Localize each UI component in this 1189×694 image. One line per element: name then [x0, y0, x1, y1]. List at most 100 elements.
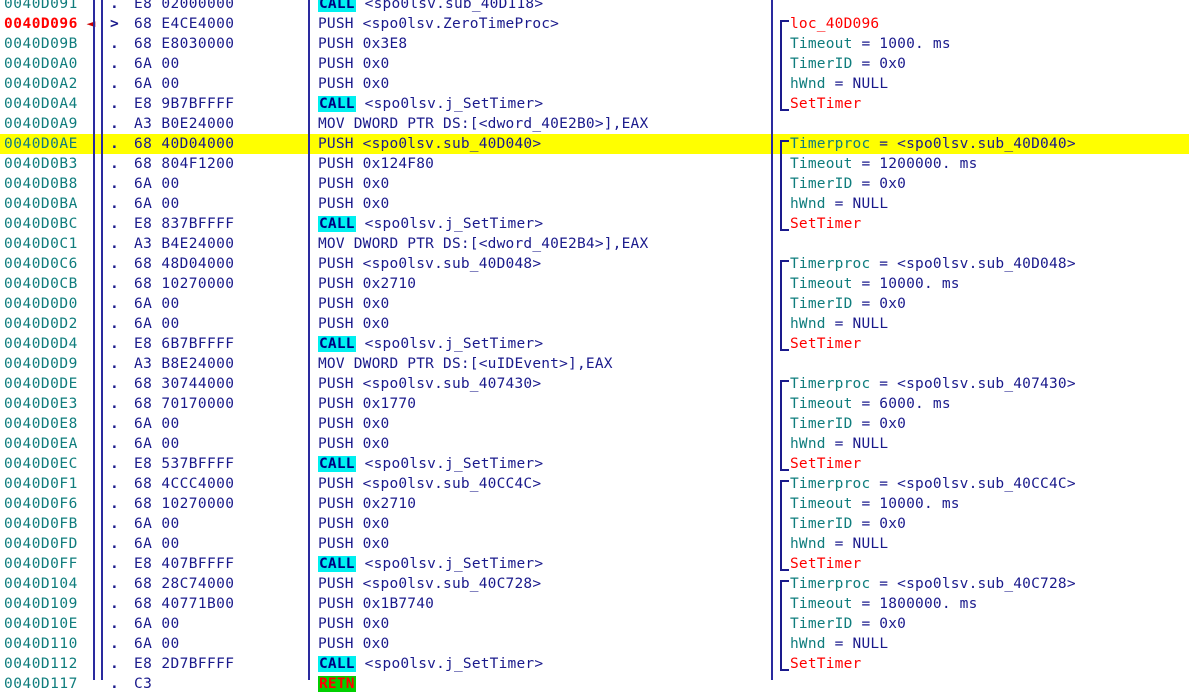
- row-comment: Timeout = 1000. ms: [790, 36, 951, 52]
- row-comment: Timerproc = <spo0lsv.sub_40CC4C>: [790, 476, 1076, 492]
- analysed-dot-icon: .: [110, 676, 119, 692]
- column-separator-marker: [101, 0, 103, 680]
- row-comment: TimerID = 0x0: [790, 416, 907, 432]
- row-instruction: PUSH 0x0: [318, 296, 390, 312]
- table-row[interactable]: 0040D0EC. E8 537BFFFF CALL <spo0lsv.j_SetT…: [0, 454, 1189, 474]
- row-hex-dump: 68 30744000: [134, 376, 235, 392]
- table-row[interactable]: 0040D0D4. E8 6B7BFFFF CALL <spo0lsv.j_SetT…: [0, 334, 1189, 354]
- row-comment: Timeout = 1800000. ms: [790, 596, 978, 612]
- row-address: 0040D0A9: [4, 116, 78, 132]
- table-row[interactable]: 0040D0E8. 6A 00 PUSH 0x0 TimerID = 0x0: [0, 414, 1189, 434]
- table-row[interactable]: 0040D10E. 6A 00 PUSH 0x0 TimerID = 0x0: [0, 614, 1189, 634]
- call-keyword-badge: CALL: [318, 656, 356, 672]
- row-instruction: MOV DWORD PTR DS:[<dword_40E2B4>],EAX: [318, 236, 649, 252]
- row-instruction: MOV DWORD PTR DS:[<dword_40E2B0>],EAX: [318, 116, 649, 132]
- row-address: 0040D0B3: [4, 156, 78, 172]
- analysed-dot-icon: .: [110, 616, 119, 632]
- table-row[interactable]: 0040D0CB. 68 10270000 PUSH 0x2710 Timeout =…: [0, 274, 1189, 294]
- row-instruction: CALL <spo0lsv.j_SetTimer>: [318, 456, 544, 472]
- analysed-dot-icon: .: [110, 56, 119, 72]
- table-row[interactable]: 0040D09B. 68 E8030000 PUSH 0x3E8 Timeout = …: [0, 34, 1189, 54]
- row-address: 0040D117: [4, 676, 78, 692]
- row-address: 0040D0CB: [4, 276, 78, 292]
- table-row[interactable]: 0040D117. C3 RETN: [0, 674, 1189, 694]
- table-row[interactable]: 0040D109. 68 40771B00 PUSH 0x1B7740 Timeout…: [0, 594, 1189, 614]
- table-row[interactable]: 0040D0FD. 6A 00 PUSH 0x0 hWnd = NULL: [0, 534, 1189, 554]
- row-hex-dump: 68 48D04000: [134, 256, 235, 272]
- row-address: 0040D0A0: [4, 56, 78, 72]
- row-comment: SetTimer: [790, 216, 862, 232]
- column-separator-hex: [308, 0, 310, 680]
- table-row[interactable]: 0040D0F6. 68 10270000 PUSH 0x2710 Timeout =…: [0, 494, 1189, 514]
- row-comment: SetTimer: [790, 336, 862, 352]
- table-row[interactable]: 0040D0B8. 6A 00 PUSH 0x0 TimerID = 0x0: [0, 174, 1189, 194]
- row-comment: Timeout = 6000. ms: [790, 396, 951, 412]
- row-hex-dump: 68 4CCC4000: [134, 476, 235, 492]
- table-row[interactable]: 0040D0AE. 68 40D04000 PUSH <spo0lsv.sub_40…: [0, 134, 1189, 154]
- comment-group-bracket: [780, 580, 789, 671]
- table-row[interactable]: 0040D091. E8 02000000 CALL <spo0lsv.sub_40…: [0, 0, 1189, 14]
- row-instruction: PUSH 0x0: [318, 196, 390, 212]
- table-row[interactable]: 0040D0A4. E8 9B7BFFFF CALL <spo0lsv.j_SetT…: [0, 94, 1189, 114]
- row-instruction: PUSH 0x0: [318, 316, 390, 332]
- call-keyword-badge: CALL: [318, 456, 356, 472]
- analysed-dot-icon: .: [110, 456, 119, 472]
- row-address: 0040D0F1: [4, 476, 78, 492]
- row-hex-dump: A3 B4E24000: [134, 236, 235, 252]
- row-hex-dump: E8 837BFFFF: [134, 216, 235, 232]
- row-instruction: PUSH 0x3E8: [318, 36, 408, 52]
- row-instruction: PUSH 0x0: [318, 56, 390, 72]
- table-row[interactable]: 0040D0A2. 6A 00 PUSH 0x0 hWnd = NULL: [0, 74, 1189, 94]
- row-comment: hWnd = NULL: [790, 316, 889, 332]
- table-row[interactable]: 0040D0B3. 68 804F1200 PUSH 0x124F80 Timeout…: [0, 154, 1189, 174]
- analysed-dot-icon: .: [110, 576, 119, 592]
- call-keyword-badge: CALL: [318, 336, 356, 352]
- analysed-dot-icon: .: [110, 0, 119, 12]
- table-row[interactable]: 0040D0DE. 68 30744000 PUSH <spo0lsv.sub_40…: [0, 374, 1189, 394]
- table-row[interactable]: 0040D0C6. 68 48D04000 PUSH <spo0lsv.sub_40…: [0, 254, 1189, 274]
- row-hex-dump: E8 9B7BFFFF: [134, 96, 235, 112]
- table-row[interactable]: 0040D0A9. A3 B0E24000 MOV DWORD PTR DS:[<d…: [0, 114, 1189, 134]
- table-row[interactable]: 0040D0E3. 68 70170000 PUSH 0x1770 Timeout =…: [0, 394, 1189, 414]
- row-instruction: CALL <spo0lsv.sub_40D118>: [318, 0, 543, 14]
- row-address: 0040D104: [4, 576, 78, 592]
- analysed-dot-icon: .: [110, 416, 119, 432]
- table-row[interactable]: 0040D0C1. A3 B4E24000 MOV DWORD PTR DS:[<d…: [0, 234, 1189, 254]
- table-row[interactable]: 0040D110. 6A 00 PUSH 0x0 hWnd = NULL: [0, 634, 1189, 654]
- row-instruction: PUSH 0x0: [318, 416, 390, 432]
- table-row[interactable]: 0040D0BC. E8 837BFFFF CALL <spo0lsv.j_SetT…: [0, 214, 1189, 234]
- row-instruction: PUSH 0x124F80: [318, 156, 435, 172]
- row-instruction: PUSH 0x0: [318, 176, 390, 192]
- row-address: 0040D09B: [4, 36, 78, 52]
- row-hex-dump: 6A 00: [134, 296, 180, 312]
- row-hex-dump: 6A 00: [134, 516, 180, 532]
- analysed-dot-icon: .: [110, 476, 119, 492]
- table-row[interactable]: 0040D0EA. 6A 00 PUSH 0x0 hWnd = NULL: [0, 434, 1189, 454]
- table-row[interactable]: 0040D0D0. 6A 00 PUSH 0x0 TimerID = 0x0: [0, 294, 1189, 314]
- row-instruction: CALL <spo0lsv.j_SetTimer>: [318, 216, 544, 232]
- row-address: 0040D0E8: [4, 416, 78, 432]
- row-address: 0040D0E3: [4, 396, 78, 412]
- comment-group-bracket: [780, 20, 789, 111]
- comment-group-bracket: [780, 480, 789, 571]
- table-row[interactable]: 0040D096 ◄ >68 E4CE4000 PUSH <spo0lsv.ZeroT…: [0, 14, 1189, 34]
- row-address: 0040D0C1: [4, 236, 78, 252]
- row-address: 0040D0AE: [4, 136, 78, 152]
- row-comment: Timeout = 10000. ms: [790, 276, 960, 292]
- disassembly-pane[interactable]: 0040D091. E8 02000000 CALL <spo0lsv.sub_40…: [0, 0, 1189, 692]
- table-row[interactable]: 0040D0BA. 6A 00 PUSH 0x0 hWnd = NULL: [0, 194, 1189, 214]
- table-row[interactable]: 0040D112. E8 2D7BFFFF CALL <spo0lsv.j_SetT…: [0, 654, 1189, 674]
- table-row[interactable]: 0040D0D2. 6A 00 PUSH 0x0 hWnd = NULL: [0, 314, 1189, 334]
- table-row[interactable]: 0040D0F1. 68 4CCC4000 PUSH <spo0lsv.sub_40…: [0, 474, 1189, 494]
- table-row[interactable]: 0040D104. 68 28C74000 PUSH <spo0lsv.sub_40…: [0, 574, 1189, 594]
- table-row[interactable]: 0040D0A0. 6A 00 PUSH 0x0 TimerID = 0x0: [0, 54, 1189, 74]
- table-row[interactable]: 0040D0FB. 6A 00 PUSH 0x0 TimerID = 0x0: [0, 514, 1189, 534]
- row-hex-dump: 6A 00: [134, 196, 180, 212]
- table-row[interactable]: 0040D0D9. A3 B8E24000 MOV DWORD PTR DS:[<u…: [0, 354, 1189, 374]
- row-hex-dump: 68 10270000: [134, 496, 235, 512]
- call-keyword-badge: CALL: [318, 556, 356, 572]
- row-address: 0040D0D0: [4, 296, 78, 312]
- row-address: 0040D0BA: [4, 196, 78, 212]
- table-row[interactable]: 0040D0FF. E8 407BFFFF CALL <spo0lsv.j_SetT…: [0, 554, 1189, 574]
- row-instruction: CALL <spo0lsv.j_SetTimer>: [318, 336, 544, 352]
